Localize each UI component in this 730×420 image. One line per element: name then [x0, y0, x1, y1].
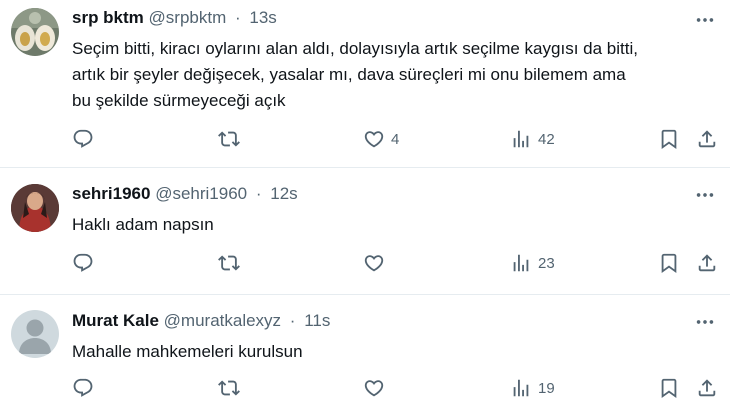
views-chart-icon	[510, 128, 532, 150]
like-button[interactable]: 4	[363, 124, 399, 154]
tweet-text: Haklı adam napsın	[72, 215, 214, 234]
user-handle[interactable]: @srpbktm	[149, 8, 227, 27]
share-button[interactable]	[696, 248, 718, 278]
more-dots-icon	[694, 311, 716, 333]
reply-icon	[72, 377, 94, 399]
more-options-button[interactable]	[694, 311, 716, 333]
more-dots-icon	[694, 184, 716, 206]
retweet-button[interactable]	[218, 248, 240, 278]
separator-dot: ·	[255, 184, 262, 203]
avatar[interactable]	[11, 8, 59, 56]
bookmark-icon	[658, 128, 680, 150]
more-dots-icon	[694, 9, 716, 31]
share-icon	[696, 252, 718, 274]
tweet[interactable]: srp bktm @srpbktm · 13s Seçim bitti, kir…	[0, 0, 730, 168]
share-icon	[696, 128, 718, 150]
timestamp[interactable]: 12s	[270, 184, 297, 203]
user-handle[interactable]: @sehri1960	[155, 184, 247, 203]
bookmark-button[interactable]	[658, 248, 680, 278]
retweet-icon	[218, 377, 240, 399]
avatar-image	[11, 8, 59, 56]
reply-button[interactable]	[72, 124, 94, 154]
like-heart-icon	[363, 252, 385, 274]
share-button[interactable]	[696, 373, 718, 403]
views-button[interactable]: 23	[510, 248, 555, 278]
bookmark-icon	[658, 377, 680, 399]
more-options-button[interactable]	[694, 184, 716, 206]
timestamp[interactable]: 13s	[249, 8, 276, 27]
default-avatar-image	[11, 310, 59, 358]
like-count: 4	[391, 130, 400, 148]
avatar[interactable]	[11, 310, 59, 358]
bookmark-button[interactable]	[658, 124, 680, 154]
action-bar: 23	[72, 248, 722, 278]
bookmark-button[interactable]	[658, 373, 680, 403]
reply-button[interactable]	[72, 248, 94, 278]
tweet-header: sehri1960 @sehri1960 · 12s	[72, 184, 690, 206]
views-button[interactable]: 19	[510, 373, 555, 403]
more-options-button[interactable]	[694, 9, 716, 31]
tweet-header: Murat Kale @muratkalexyz · 11s	[72, 311, 690, 333]
avatar[interactable]	[11, 184, 59, 232]
retweet-icon	[218, 128, 240, 150]
separator-dot: ·	[289, 311, 296, 330]
views-button[interactable]: 42	[510, 124, 555, 154]
retweet-icon	[218, 252, 240, 274]
like-heart-icon	[363, 128, 385, 150]
tweet-header: srp bktm @srpbktm · 13s	[72, 8, 690, 30]
display-name[interactable]: sehri1960	[72, 184, 150, 203]
share-icon	[696, 377, 718, 399]
reply-icon	[72, 252, 94, 274]
action-bar: 19	[72, 373, 722, 403]
reply-button[interactable]	[72, 373, 94, 403]
user-handle[interactable]: @muratkalexyz	[164, 311, 281, 330]
like-heart-icon	[363, 377, 385, 399]
view-count: 19	[538, 379, 555, 397]
retweet-button[interactable]	[218, 124, 240, 154]
views-chart-icon	[510, 377, 532, 399]
tweet[interactable]: sehri1960 @sehri1960 · 12s Haklı adam na…	[0, 168, 730, 295]
like-button[interactable]	[363, 373, 391, 403]
timestamp[interactable]: 11s	[304, 311, 330, 330]
display-name[interactable]: srp bktm	[72, 8, 144, 27]
display-name[interactable]: Murat Kale	[72, 311, 159, 330]
like-button[interactable]	[363, 248, 391, 278]
tweet[interactable]: Murat Kale @muratkalexyz · 11s Mahalle m…	[0, 295, 730, 420]
view-count: 23	[538, 254, 555, 272]
share-button[interactable]	[696, 124, 718, 154]
separator-dot: ·	[234, 8, 241, 27]
tweet-text: Seçim bitti, kiracı oylarını alan aldı, …	[72, 39, 638, 110]
action-bar: 4 42	[72, 124, 722, 154]
avatar-image	[11, 184, 59, 232]
views-chart-icon	[510, 252, 532, 274]
bookmark-icon	[658, 252, 680, 274]
retweet-button[interactable]	[218, 373, 240, 403]
tweet-text: Mahalle mahkemeleri kurulsun	[72, 342, 303, 361]
view-count: 42	[538, 130, 555, 148]
reply-icon	[72, 128, 94, 150]
